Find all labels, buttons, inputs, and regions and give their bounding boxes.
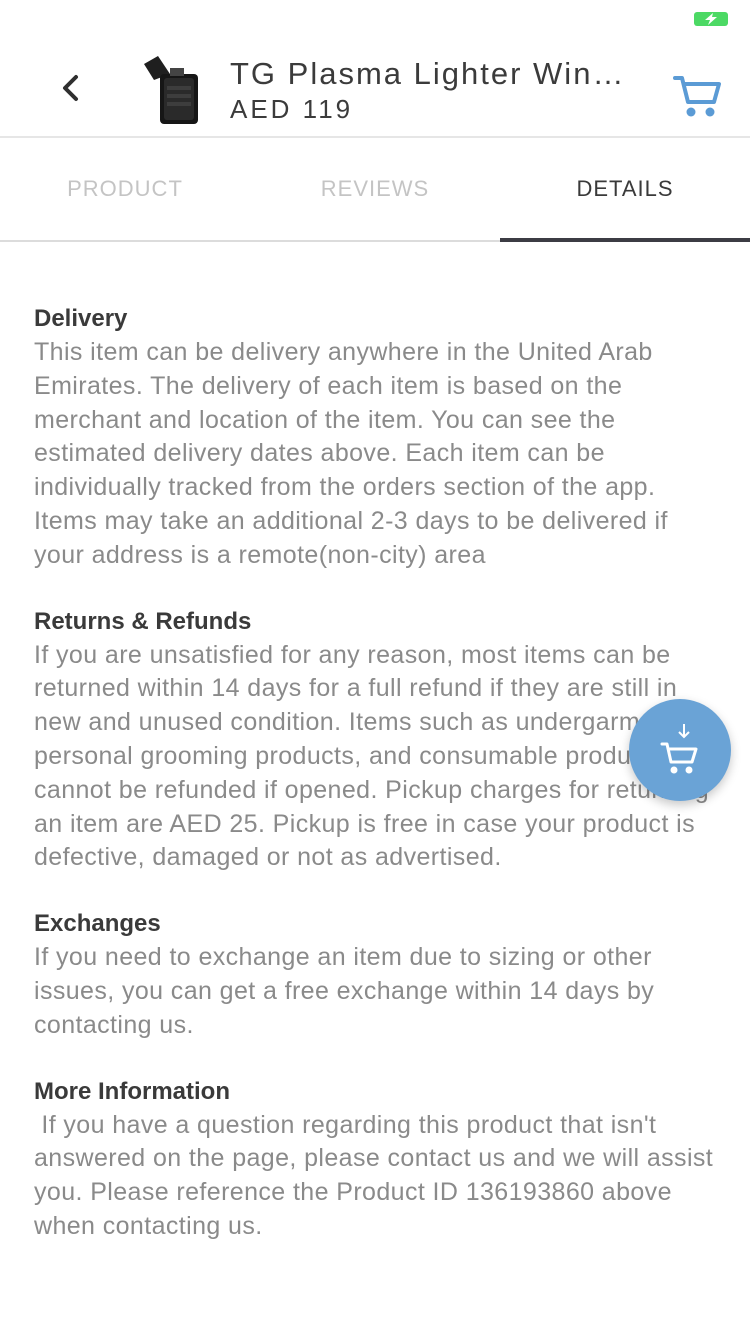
section-body: If you are unsatisfied for any reason, m…: [34, 640, 709, 872]
product-title: TG Plasma Lighter Windproof...: [230, 56, 630, 91]
cart-icon: [673, 76, 721, 117]
tab-product[interactable]: PRODUCT: [0, 138, 250, 240]
back-button[interactable]: [44, 62, 96, 114]
exchanges-section: Exchanges If you need to exchange an ite…: [34, 907, 724, 1042]
section-body: This item can be delivery anywhere in th…: [34, 338, 676, 569]
battery-charging-icon: [694, 12, 728, 26]
section-body: If you need to exchange an item due to s…: [34, 943, 662, 1039]
delivery-section: Delivery This item can be delivery anywh…: [34, 302, 724, 573]
status-bar: [0, 0, 750, 40]
section-body: If you have a question regarding this pr…: [34, 1110, 721, 1240]
tab-reviews[interactable]: REVIEWS: [250, 138, 500, 240]
chevron-left-icon: [63, 75, 78, 101]
tab-details[interactable]: DETAILS: [500, 138, 750, 242]
details-content: Delivery This item can be delivery anywh…: [34, 302, 724, 1276]
section-title: Returns & Refunds: [34, 607, 252, 635]
product-price: AED 119: [230, 94, 354, 124]
product-header: TG Plasma Lighter Windproof... AED 119: [0, 40, 750, 138]
section-title: Exchanges: [34, 910, 161, 938]
section-title: More Information: [34, 1077, 230, 1105]
returns-section: Returns & Refunds If you are unsatisfied…: [34, 605, 724, 876]
more-information-section: More Information If you have a question …: [34, 1075, 724, 1244]
section-title: Delivery: [34, 305, 128, 332]
add-to-cart-icon: [660, 724, 698, 774]
tab-bar: PRODUCT REVIEWS DETAILS: [0, 138, 750, 242]
cart-button[interactable]: [672, 68, 724, 120]
product-thumbnail: [144, 56, 198, 124]
add-to-cart-fab[interactable]: [629, 699, 731, 801]
